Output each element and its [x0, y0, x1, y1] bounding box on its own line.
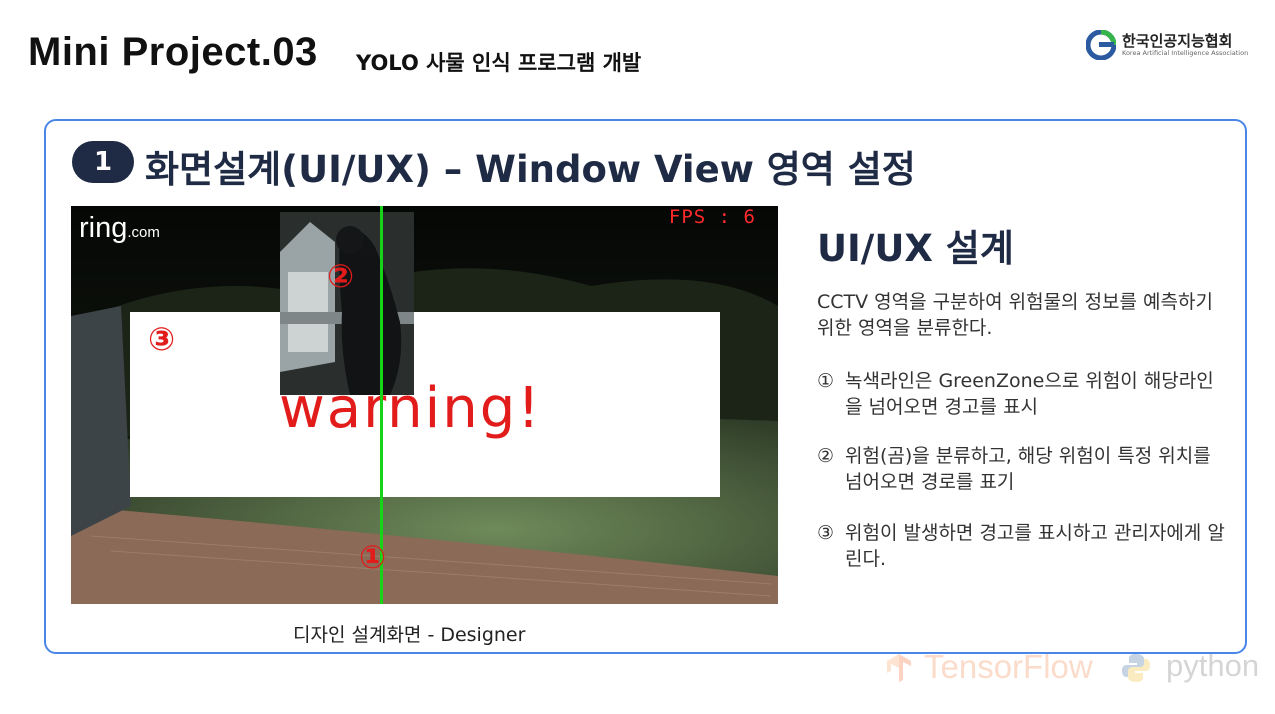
item-number: ②: [817, 445, 835, 467]
detection-crop-box: [280, 212, 414, 395]
section-number-badge: 1: [72, 141, 134, 183]
ring-logo-suffix: .com: [127, 224, 160, 241]
python-icon: [1122, 654, 1150, 682]
logo-name-en: Korea Artificial Intelligence Associatio…: [1122, 49, 1249, 57]
page-title: Mini Project.03: [28, 30, 318, 74]
ring-brand-logo: ring.com: [79, 212, 160, 245]
marker-3: ③: [148, 320, 176, 358]
item-text: 녹색라인은 GreenZone으로 위험이 해당라인을 넘어오면 경고를 표시: [845, 370, 1214, 418]
tensorflow-label: TensorFlow: [924, 648, 1093, 685]
item-number: ①: [817, 370, 835, 392]
python-label: python: [1166, 648, 1260, 683]
kaia-logo-icon: [1086, 30, 1116, 60]
description-intro: CCTV 영역을 구분하여 위험물의 정보를 예측하기 위한 영역을 분류한다.: [817, 291, 1213, 339]
marker-1: ①: [359, 538, 387, 576]
kaia-logo: 한국인공지능협회 Korea Artificial Intelligence A…: [1086, 28, 1256, 64]
item-text: 위험이 발생하면 경고를 표시하고 관리자에게 알린다.: [845, 522, 1225, 570]
tensorflow-icon: [887, 654, 911, 682]
marker-2: ②: [327, 257, 355, 295]
logo-name-ko: 한국인공지능협회: [1122, 32, 1233, 50]
camera-window-view: ring.com FPS : 6 warning! ① ② ③: [71, 206, 778, 604]
ring-logo-text: ring: [79, 212, 128, 244]
item-text: 위험(곰)을 분류하고, 해당 위험이 특정 위치를 넘어오면 경로를 표기: [845, 445, 1211, 493]
bear-detection-image: [280, 212, 414, 395]
camera-caption: 디자인 설계화면 - Designer: [293, 624, 526, 646]
footer-logos: TensorFlow python: [884, 648, 1264, 688]
section-title: 화면설계(UI/UX) – Window View 영역 설정: [145, 148, 916, 191]
fps-counter: FPS : 6: [668, 206, 756, 228]
page-subtitle: YOLO 사물 인식 프로그램 개발: [356, 51, 642, 75]
item-number: ③: [817, 522, 835, 544]
description-heading: UI/UX 설계: [817, 227, 1014, 270]
warning-text: warning!: [279, 376, 542, 441]
